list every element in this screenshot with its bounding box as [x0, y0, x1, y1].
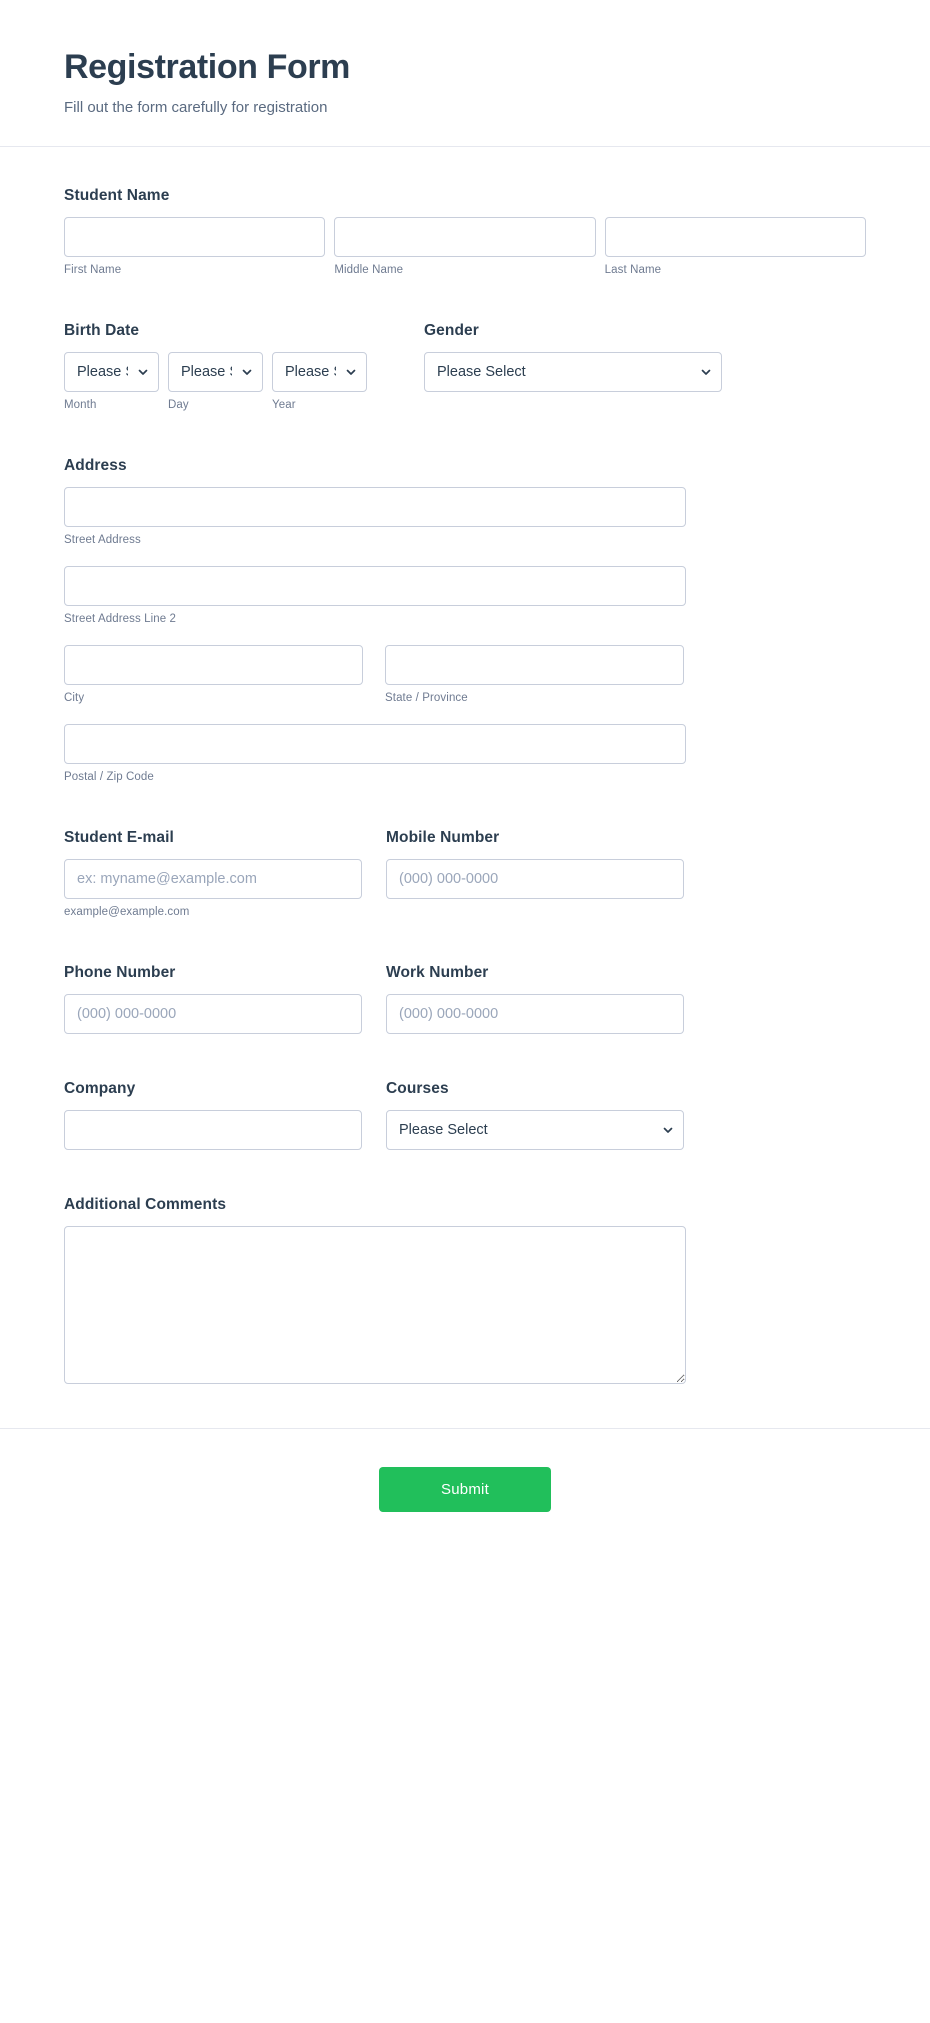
- last-name-group: Last Name: [604, 217, 866, 277]
- first-name-input[interactable]: [64, 217, 326, 258]
- birth-month-sublabel: Month: [64, 399, 97, 412]
- middle-name-sublabel: Middle Name: [334, 264, 404, 277]
- page-title: Registration Form: [64, 48, 351, 86]
- courses-label: Courses: [386, 1080, 449, 1098]
- birth-year-select[interactable]: Please Select: [272, 352, 367, 393]
- street-address-2-input[interactable]: [64, 566, 686, 607]
- birth-date-group: Birth Date Please Select Month Please Se…: [64, 322, 399, 411]
- street-address-input[interactable]: [64, 487, 686, 528]
- birth-month-select[interactable]: Please Select: [64, 352, 159, 393]
- work-number-label: Work Number: [386, 964, 489, 982]
- city-group: City: [64, 645, 363, 704]
- postal-zip-sublabel: Postal / Zip Code: [64, 771, 154, 784]
- birth-day-sublabel: Day: [168, 399, 189, 412]
- additional-comments-textarea[interactable]: [64, 1226, 686, 1385]
- birth-date-selects: Please Select Month Please Select Day Pl…: [64, 352, 399, 411]
- form-body: Student Name First Name Middle Name Last…: [0, 147, 930, 1385]
- field-company-courses: Company Courses Please Select: [64, 1080, 866, 1151]
- form-footer: Submit: [0, 1428, 930, 1558]
- mobile-number-group: Mobile Number: [386, 829, 684, 918]
- field-address: Address Street Address Street Address Li…: [64, 457, 866, 783]
- birth-day-select[interactable]: Please Select: [168, 352, 263, 393]
- state-province-input[interactable]: [385, 645, 684, 686]
- company-input[interactable]: [64, 1110, 362, 1151]
- birth-year-group: Please Select Year: [272, 352, 367, 411]
- gender-group: Gender Please Select: [424, 322, 722, 411]
- birth-year-sublabel: Year: [272, 399, 296, 412]
- field-birthdate-gender: Birth Date Please Select Month Please Se…: [64, 322, 866, 411]
- postal-zip-input[interactable]: [64, 724, 686, 765]
- phone-number-input[interactable]: [64, 994, 362, 1035]
- street-address-sublabel: Street Address: [64, 534, 141, 547]
- street-address-group: Street Address: [64, 487, 866, 546]
- last-name-input[interactable]: [604, 217, 866, 258]
- birth-month-group: Please Select Month: [64, 352, 159, 411]
- last-name-sublabel: Last Name: [604, 264, 662, 277]
- courses-group: Courses Please Select: [386, 1080, 684, 1151]
- field-phone-work: Phone Number Work Number: [64, 964, 866, 1035]
- company-group: Company: [64, 1080, 362, 1151]
- page-subtitle: Fill out the form carefully for registra…: [64, 99, 328, 117]
- courses-select-wrap[interactable]: Please Select: [386, 1110, 684, 1151]
- student-name-label: Student Name: [64, 187, 170, 205]
- birth-year-select-wrap[interactable]: Please Select: [272, 352, 367, 393]
- address-label: Address: [64, 457, 127, 475]
- phone-number-group: Phone Number: [64, 964, 362, 1035]
- middle-name-group: Middle Name: [334, 217, 596, 277]
- postal-group: Postal / Zip Code: [64, 724, 866, 783]
- student-email-input[interactable]: [64, 859, 362, 900]
- mobile-number-input[interactable]: [386, 859, 684, 900]
- student-email-sublabel: example@example.com: [64, 906, 190, 919]
- form-header: Registration Form Fill out the form care…: [0, 0, 930, 148]
- birth-date-label: Birth Date: [64, 322, 140, 340]
- state-province-sublabel: State / Province: [385, 692, 468, 705]
- gender-select[interactable]: Please Select: [424, 352, 722, 393]
- birthdate-gender-row: Birth Date Please Select Month Please Se…: [64, 322, 866, 411]
- first-name-sublabel: First Name: [64, 264, 122, 277]
- gender-label: Gender: [424, 322, 479, 340]
- company-label: Company: [64, 1080, 136, 1098]
- additional-comments-label: Additional Comments: [64, 1196, 227, 1214]
- field-email-mobile: Student E-mail example@example.com Mobil…: [64, 829, 866, 918]
- birth-day-select-wrap[interactable]: Please Select: [168, 352, 263, 393]
- birth-day-group: Please Select Day: [168, 352, 263, 411]
- mobile-number-label: Mobile Number: [386, 829, 500, 847]
- gender-select-wrap[interactable]: Please Select: [424, 352, 722, 393]
- phone-number-label: Phone Number: [64, 964, 176, 982]
- first-name-group: First Name: [64, 217, 326, 277]
- middle-name-input[interactable]: [334, 217, 596, 258]
- field-student-name: Student Name First Name Middle Name Last…: [64, 187, 866, 276]
- phone-work-row: Phone Number Work Number: [64, 964, 866, 1035]
- field-additional-comments: Additional Comments: [64, 1196, 866, 1385]
- birth-month-select-wrap[interactable]: Please Select: [64, 352, 159, 393]
- email-mobile-row: Student E-mail example@example.com Mobil…: [64, 829, 866, 918]
- student-name-row: First Name Middle Name Last Name: [64, 217, 866, 276]
- work-number-group: Work Number: [386, 964, 684, 1035]
- city-state-row: City State / Province: [64, 645, 866, 704]
- city-sublabel: City: [64, 692, 85, 705]
- company-courses-row: Company Courses Please Select: [64, 1080, 866, 1151]
- street-address-2-sublabel: Street Address Line 2: [64, 613, 177, 626]
- student-email-group: Student E-mail example@example.com: [64, 829, 362, 918]
- state-group: State / Province: [385, 645, 684, 704]
- submit-button[interactable]: Submit: [379, 1467, 551, 1513]
- work-number-input[interactable]: [386, 994, 684, 1035]
- city-input[interactable]: [64, 645, 363, 686]
- courses-select[interactable]: Please Select: [386, 1110, 684, 1151]
- registration-form-page: Registration Form Fill out the form care…: [0, 0, 930, 1558]
- student-email-label: Student E-mail: [64, 829, 174, 847]
- street-address-2-group: Street Address Line 2: [64, 566, 866, 625]
